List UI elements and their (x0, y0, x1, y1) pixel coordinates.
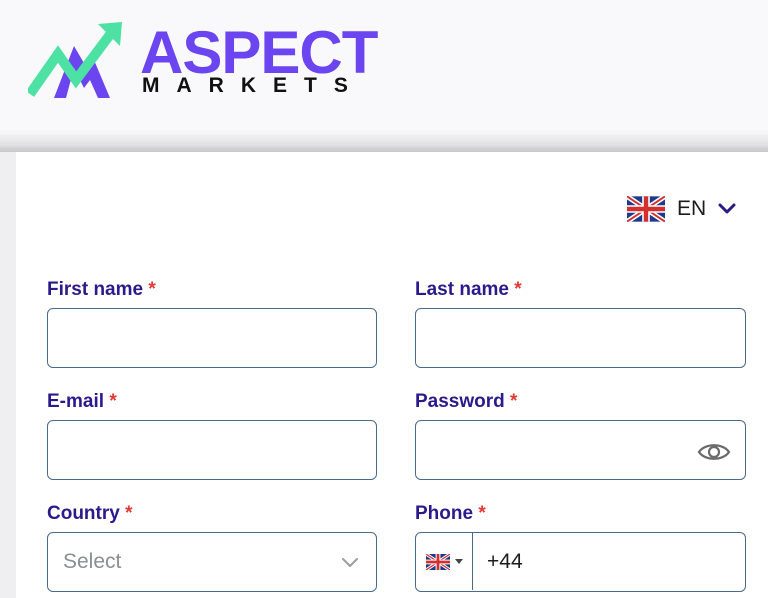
logo-subtitle: MARKETS (142, 74, 365, 97)
country-select[interactable]: Select (47, 532, 377, 592)
country-label: Country * (47, 503, 133, 525)
phone-label-text: Phone (415, 503, 474, 524)
first-name-input[interactable] (47, 308, 377, 368)
caret-down-icon (454, 559, 463, 564)
required-marker: * (125, 503, 133, 524)
password-label: Password * (415, 391, 517, 413)
first-name-label: First name * (47, 279, 156, 301)
required-marker: * (510, 391, 518, 412)
chevron-down-icon (718, 203, 736, 214)
language-selector[interactable]: EN (627, 195, 736, 223)
country-label-text: Country (47, 503, 120, 524)
last-name-label: Last name * (415, 279, 522, 301)
required-marker: * (109, 391, 117, 412)
required-marker: * (148, 279, 156, 300)
uk-flag-icon (627, 196, 665, 222)
phone-label: Phone * (415, 503, 486, 525)
email-label-text: E-mail (47, 391, 105, 412)
eye-icon[interactable] (697, 441, 731, 463)
first-name-label-text: First name (47, 279, 144, 300)
language-code: EN (677, 197, 707, 220)
required-marker: * (478, 503, 486, 524)
chevron-down-icon (342, 558, 358, 567)
password-input[interactable] (415, 420, 746, 480)
phone-country-dropdown[interactable] (416, 533, 473, 590)
phone-code-value: +44 (487, 550, 523, 573)
last-name-input[interactable] (415, 308, 746, 368)
header-shadow (0, 130, 768, 152)
email-input[interactable] (47, 420, 377, 480)
aspect-markets-logo[interactable]: ASPECT MARKETS (28, 18, 408, 102)
page-header: ASPECT MARKETS (0, 0, 768, 150)
country-select-placeholder: Select (63, 550, 122, 573)
email-label: E-mail * (47, 391, 117, 413)
left-gutter (0, 152, 16, 598)
password-label-text: Password (415, 391, 505, 412)
logo-mark-icon (28, 22, 122, 98)
uk-flag-icon (425, 553, 450, 570)
last-name-label-text: Last name (415, 279, 509, 300)
phone-input[interactable]: +44 (415, 532, 746, 592)
required-marker: * (514, 279, 522, 300)
